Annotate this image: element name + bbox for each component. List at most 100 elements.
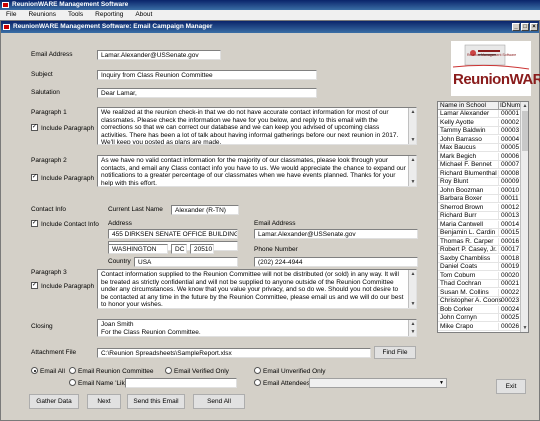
close-button[interactable]: × [530, 23, 538, 31]
list-item-id: 00016 [498, 237, 519, 246]
include-paragraph3-checkbox[interactable]: ✓ [31, 282, 38, 289]
scroll-down-icon[interactable]: ▼ [522, 325, 528, 331]
scroll-down-icon[interactable]: ▼ [410, 329, 416, 335]
scroll-up-icon[interactable]: ▲ [410, 157, 416, 163]
menu-file[interactable]: File [6, 10, 16, 20]
email-unverified-only-radio[interactable] [254, 367, 261, 374]
closing-scrollbar[interactable]: ▲ ▼ [408, 320, 416, 336]
list-item[interactable]: Daniel Coats 00019 [438, 263, 522, 271]
list-item[interactable]: Sherrod Brown 00012 [438, 203, 522, 212]
list-item-name: Mike Crapo [440, 322, 474, 330]
email-address-field[interactable]: Lamar.Alexander@USSenate.gov [97, 50, 221, 60]
include-paragraph3-label: Include Paragraph [41, 283, 95, 290]
list-item[interactable]: Thomas R. Carper 00016 [438, 237, 522, 246]
paragraph2-textarea[interactable]: As we have no valid contact information … [97, 155, 417, 187]
list-item-name: Tom Coburn [440, 271, 476, 279]
gather-data-button[interactable]: Gather Data [29, 394, 79, 409]
next-button[interactable]: Next [87, 394, 121, 409]
send-all-button[interactable]: Send All [193, 394, 245, 409]
list-item[interactable]: Roy Blunt 00009 [438, 178, 522, 186]
list-item[interactable]: Susan M. Collins 00022 [438, 288, 522, 297]
closing-textarea[interactable]: Joan Smith For the Class Reunion Committ… [97, 319, 417, 337]
paragraph1-scrollbar[interactable]: ▲ ▼ [408, 108, 416, 144]
state-field[interactable]: DC [171, 244, 187, 254]
salutation-field[interactable]: Dear Lamar, [97, 88, 317, 98]
scroll-up-icon[interactable]: ▲ [410, 109, 416, 115]
menu-tools[interactable]: Tools [68, 10, 83, 20]
exit-button[interactable]: Exit [496, 379, 526, 394]
list-item[interactable]: Kelly Ayotte 00002 [438, 118, 522, 127]
paragraph1-text: We realized at the reunion check-in that… [101, 109, 399, 145]
name-list-scrollbar[interactable]: ▲ ▼ [520, 102, 528, 332]
attachment-label: Attachment File [31, 349, 77, 356]
paragraph3-textarea[interactable]: Contact information supplied to the Reun… [97, 269, 417, 309]
email-all-radio[interactable] [31, 367, 38, 374]
zip-field[interactable]: 20510 [190, 244, 214, 254]
name-like-input[interactable] [125, 378, 237, 388]
send-this-email-button[interactable]: Send this Email [127, 394, 185, 409]
name-list[interactable]: Name in School IDNumbe Lamar Alexander 00… [437, 101, 529, 333]
list-item[interactable]: John Barrasso 00004 [438, 135, 522, 144]
paragraph2-scrollbar[interactable]: ▲ ▼ [408, 156, 416, 186]
city-field[interactable]: WASHINGTON [108, 244, 168, 254]
column-name-in-school[interactable]: Name in School [440, 102, 486, 110]
list-item[interactable]: Christopher A. Coons 00023 [438, 297, 522, 305]
phone-field[interactable]: (202) 224-4944 [254, 257, 418, 267]
maximize-button[interactable]: □ [521, 23, 529, 31]
subject-field[interactable]: Inquiry from Class Reunion Committee [97, 70, 317, 80]
list-item[interactable]: Lamar Alexander 00001 [438, 110, 522, 118]
scroll-down-icon[interactable]: ▼ [410, 137, 416, 143]
email-name-like-radio[interactable] [69, 379, 76, 386]
list-item-name: Kelly Ayotte [440, 118, 474, 126]
attendees-select[interactable]: ▼ [309, 378, 447, 388]
menu-reunions[interactable]: Reunions [28, 10, 55, 20]
list-item[interactable]: Saxby Chambliss 00018 [438, 254, 522, 263]
email-unverified-only-label: Email Unverified Only [263, 368, 326, 375]
minimize-button[interactable]: _ [512, 23, 520, 31]
list-item-name: Richard Burr [440, 212, 477, 219]
contact-email-field[interactable]: Lamar.Alexander@USSenate.gov [254, 229, 418, 239]
closing-label: Closing [31, 323, 53, 330]
email-reunion-committee-radio[interactable] [69, 367, 76, 374]
menu-reporting[interactable]: Reporting [95, 10, 123, 20]
attachment-field[interactable]: C:\Reunion Spreadsheets\SampleReport.xls… [97, 348, 371, 358]
list-item[interactable]: Mike Crapo 00026 [438, 322, 522, 331]
list-item[interactable]: Tammy Baldwin 00003 [438, 127, 522, 135]
list-item-name: Sherrod Brown [440, 203, 484, 211]
paragraph1-textarea[interactable]: We realized at the reunion check-in that… [97, 107, 417, 145]
list-item[interactable]: Tom Coburn 00020 [438, 271, 522, 280]
current-last-name-field[interactable]: Alexander (R-TN) [171, 205, 239, 215]
list-item[interactable]: Robert P. Casey, Jr. 00017 [438, 246, 522, 254]
menu-about[interactable]: About [135, 10, 152, 20]
paragraph3-scrollbar[interactable]: ▲ ▼ [408, 270, 416, 308]
scroll-up-icon[interactable]: ▲ [410, 321, 416, 327]
address-field[interactable]: 455 DIRKSEN SENATE OFFICE BUILDING [108, 229, 238, 239]
include-contact-info-checkbox[interactable]: ✓ [31, 220, 38, 227]
include-paragraph2-checkbox[interactable]: ✓ [31, 174, 38, 181]
list-item[interactable]: Max Baucus 00005 [438, 144, 522, 152]
list-item[interactable]: Benjamin L. Cardin 00015 [438, 229, 522, 237]
list-item[interactable]: Maria Cantwell 00014 [438, 220, 522, 229]
scroll-up-icon[interactable]: ▲ [410, 271, 416, 277]
find-file-button[interactable]: Find File [374, 346, 416, 359]
include-paragraph1-checkbox[interactable]: ✓ [31, 124, 38, 131]
list-item[interactable]: Richard Blumenthal 00008 [438, 169, 522, 178]
paragraph3-text: Contact information supplied to the Reun… [101, 271, 404, 309]
email-reunion-committee-label: Email Reunion Committee [78, 368, 154, 375]
scroll-down-icon[interactable]: ▼ [410, 179, 416, 185]
list-item[interactable]: Richard Burr 00013 [438, 212, 522, 220]
list-item[interactable]: John Boozman 00010 [438, 186, 522, 195]
list-item[interactable]: Michael F. Bennet 00007 [438, 161, 522, 169]
list-item[interactable]: Bob Corker 00024 [438, 305, 522, 314]
email-attendees-radio[interactable] [254, 379, 261, 386]
scroll-thumb[interactable] [522, 111, 528, 151]
list-item[interactable]: Barbara Boxer 00011 [438, 195, 522, 203]
scroll-up-icon[interactable]: ▲ [522, 103, 528, 109]
country-field[interactable]: USA [134, 257, 238, 267]
email-verified-only-radio[interactable] [165, 367, 172, 374]
list-item[interactable]: Thad Cochran 00021 [438, 280, 522, 288]
list-item[interactable]: John Cornyn 00025 [438, 314, 522, 322]
email-all-label: Email All [40, 368, 65, 375]
list-item[interactable]: Mark Begich 00006 [438, 152, 522, 161]
scroll-down-icon[interactable]: ▼ [410, 301, 416, 307]
